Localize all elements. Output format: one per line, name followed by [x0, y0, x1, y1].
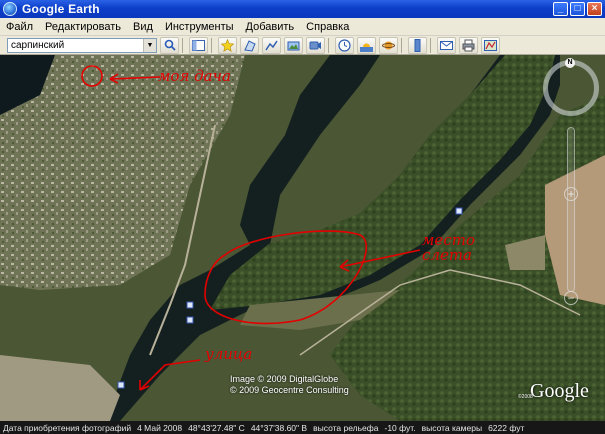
menu-add[interactable]: Добавить	[240, 21, 301, 33]
add-image-overlay-button[interactable]	[284, 36, 303, 54]
toolbar-separator	[430, 37, 431, 53]
ruler-button[interactable]	[408, 36, 427, 54]
minimize-button[interactable]: _	[553, 2, 568, 16]
toolbar-separator	[211, 37, 212, 53]
chevron-down-icon[interactable]: ▼	[143, 38, 156, 52]
window-title: Google Earth	[22, 2, 100, 16]
add-placemark-button[interactable]	[218, 36, 237, 54]
imagery-date: 4 Май 2008	[137, 422, 183, 433]
add-path-button[interactable]	[262, 36, 281, 54]
compass-ring[interactable]	[543, 60, 599, 116]
zoom-slider[interactable]	[567, 127, 575, 292]
sun-icon	[360, 43, 373, 52]
search-icon	[164, 39, 176, 51]
status-bar: Дата приобретения фотографий 4 Май 2008 …	[0, 421, 605, 434]
annotation-meeting-place: место слета	[422, 231, 475, 264]
elevation-label: высота рельефа	[313, 422, 379, 433]
menu-view[interactable]: Вид	[127, 21, 159, 33]
path-icon	[265, 40, 278, 50]
close-button[interactable]: ×	[587, 2, 602, 16]
record-tour-icon	[309, 41, 321, 49]
zoom-out-icon[interactable]: −	[564, 291, 578, 305]
window-controls: _ □ ×	[553, 2, 602, 16]
polygon-icon	[244, 39, 256, 52]
menu-tools[interactable]: Инструменты	[159, 21, 240, 33]
menu-bar: Файл Редактировать Вид Инструменты Добав…	[0, 18, 605, 36]
ruler-icon	[414, 38, 421, 52]
print-button[interactable]	[459, 36, 478, 54]
planets-button[interactable]	[379, 36, 398, 54]
planets-icon	[382, 41, 395, 49]
copyright-line-1: Image © 2009 DigitalGlobe	[230, 374, 339, 384]
placemark-icon	[221, 38, 234, 52]
compass-north-icon[interactable]: N	[565, 58, 575, 68]
print-icon	[462, 39, 475, 51]
sunlight-button[interactable]	[357, 36, 376, 54]
annotation-dacha: моя дача	[158, 67, 231, 85]
view-in-maps-icon	[484, 39, 497, 51]
search-input[interactable]: сарпинский ▼	[7, 37, 157, 53]
copyright-line-2: © 2009 Geocentre Consulting	[230, 385, 349, 395]
map-view[interactable]: моя дача место слета улица Image © 2009 …	[0, 55, 605, 421]
eye-altitude-value: 6222 фут	[488, 422, 525, 433]
satellite-imagery	[0, 55, 605, 421]
longitude: 44°37'38.60" В	[250, 422, 308, 433]
search-button[interactable]	[160, 36, 179, 54]
email-button[interactable]	[437, 36, 456, 54]
imagery-copyright: Image © 2009 DigitalGlobe © 2009 Geocent…	[230, 374, 349, 396]
toolbar-separator	[182, 37, 183, 53]
menu-help[interactable]: Справка	[300, 21, 355, 33]
historical-imagery-button[interactable]	[335, 36, 354, 54]
menu-file[interactable]: Файл	[0, 21, 39, 33]
record-tour-button[interactable]	[306, 36, 325, 54]
latitude: 48°43'27.48" С	[188, 422, 245, 433]
menu-edit[interactable]: Редактировать	[39, 21, 127, 33]
google-earth-app-icon	[3, 2, 17, 16]
toolbar: сарпинский ▼	[0, 36, 605, 55]
email-icon	[440, 40, 453, 50]
toolbar-separator	[401, 37, 402, 53]
sidebar-icon	[192, 39, 205, 51]
eye-altitude-label: высота камеры	[421, 422, 483, 433]
elevation-value: -10 фут.	[384, 422, 416, 433]
maximize-button[interactable]: □	[570, 2, 585, 16]
historical-imagery-icon	[338, 38, 351, 52]
zoom-in-icon[interactable]: +	[564, 187, 578, 201]
annotation-street: улица	[205, 345, 253, 363]
logo-year: ©2008	[518, 394, 533, 400]
view-in-maps-button[interactable]	[481, 36, 500, 54]
google-logo: ©2008 Google	[518, 380, 589, 403]
image-overlay-icon	[287, 41, 300, 50]
sidebar-toggle-button[interactable]	[189, 36, 208, 54]
toolbar-separator	[328, 37, 329, 53]
imagery-date-label: Дата приобретения фотографий	[3, 422, 132, 433]
add-polygon-button[interactable]	[240, 36, 259, 54]
logo-text: Google	[530, 380, 589, 402]
title-bar: Google Earth _ □ ×	[0, 0, 605, 18]
search-input-value: сарпинский	[11, 39, 65, 51]
